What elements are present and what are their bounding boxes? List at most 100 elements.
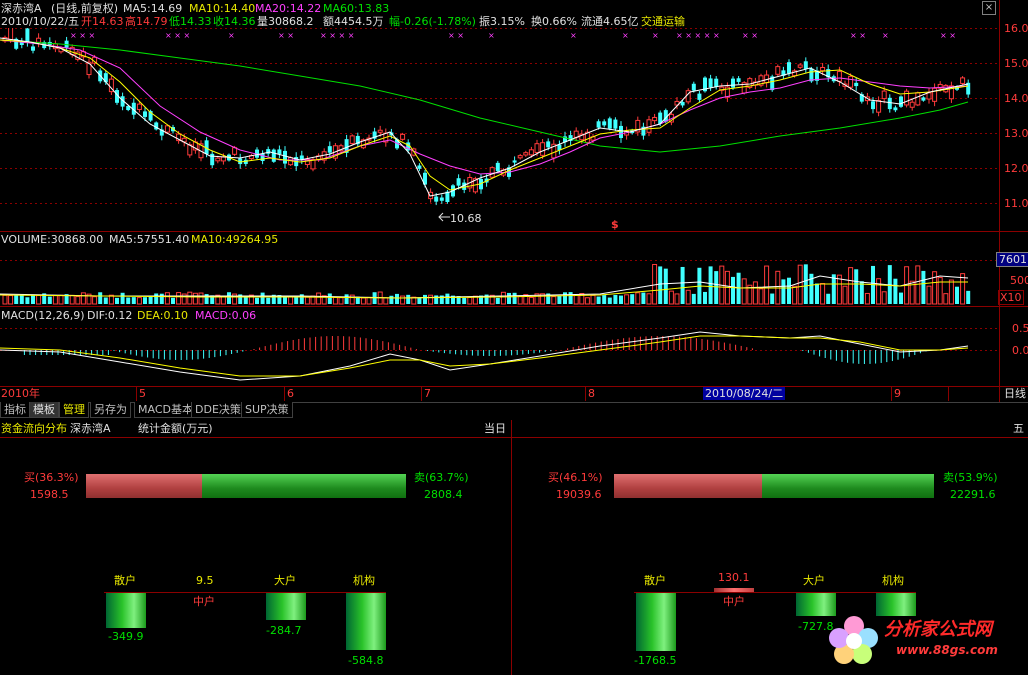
macd-chart[interactable] <box>0 322 1000 385</box>
price-tick: 12.0 <box>1004 162 1028 175</box>
price-chart[interactable] <box>0 28 1000 232</box>
volume-bar <box>423 294 427 304</box>
left-buy-sell-bar <box>86 474 406 498</box>
volume-bar <box>876 278 882 305</box>
candle-body <box>210 153 215 166</box>
volume-bar <box>607 297 612 304</box>
volume-bar <box>758 288 764 305</box>
macd-divider <box>0 306 1028 307</box>
candle-body <box>327 146 332 153</box>
time-tick: 9 <box>894 387 901 400</box>
candle-body <box>646 119 652 133</box>
volume-bar <box>154 293 159 304</box>
volume-bar <box>406 294 411 304</box>
macd-axis: 0.5 0.0 <box>1000 322 1028 385</box>
time-axis[interactable]: 2010年 5 6 7 8 2010/08/24/二 9 日线 <box>0 387 1028 401</box>
volume-bar <box>926 285 932 305</box>
close-price: 收14.36 <box>213 15 256 28</box>
volume-bar <box>770 293 775 304</box>
volume-bar <box>955 286 959 304</box>
volume-bar <box>192 292 198 305</box>
tab-sup-decision[interactable]: SUP决策 <box>241 402 293 418</box>
right-buy-label: 买(46.1%) <box>548 471 603 484</box>
volume-bar <box>507 292 511 304</box>
volume-bar <box>360 297 366 305</box>
close-window-icon[interactable]: × <box>982 1 996 15</box>
candle-body <box>36 37 42 43</box>
panel-title: 资金流向分布 <box>1 422 67 435</box>
right-mid-bar <box>714 588 754 592</box>
macd-label: MACD(12,26,9) <box>1 309 85 322</box>
candle-body <box>881 90 887 100</box>
volume-bar <box>551 296 557 305</box>
candle-body <box>607 118 612 129</box>
candle-body <box>960 77 966 84</box>
amplitude: 振3.15% <box>479 15 525 28</box>
candle-body <box>260 153 265 161</box>
candle-body <box>349 135 355 144</box>
tab-manage[interactable]: 管理 <box>59 402 89 418</box>
price-axis: 16.0 15.0 14.0 13.0 12.0 11.0 <box>1000 22 1028 232</box>
candle-body <box>277 149 282 155</box>
left-buy-bar <box>86 474 202 498</box>
candle-body <box>871 101 875 110</box>
tab-template[interactable]: 模板 <box>29 402 59 418</box>
volume-bar <box>568 292 573 304</box>
macd-dif: DIF:0.12 <box>87 309 133 322</box>
tab-macd-basic[interactable]: MACD基本 <box>134 402 197 418</box>
volume-bar <box>467 296 473 305</box>
volume-chart[interactable] <box>0 246 1000 306</box>
volume-bar <box>741 278 747 305</box>
left-buy-label: 买(36.3%) <box>24 471 79 484</box>
stock-name[interactable]: 深赤湾A <box>1 2 42 15</box>
volume-bar <box>58 294 64 305</box>
industry[interactable]: 交通运输 <box>641 15 685 28</box>
volume-bar <box>8 295 14 305</box>
tab-indicator[interactable]: 指标 <box>0 402 30 418</box>
candle-body <box>613 119 618 129</box>
volume-bar <box>826 293 831 304</box>
volume-bar <box>52 295 58 305</box>
volume-divider <box>0 231 1028 232</box>
right-mid-value: 130.1 <box>718 571 750 584</box>
candle-body <box>377 129 383 133</box>
volume-bar <box>517 295 523 305</box>
left-mid-label: 中户 <box>193 595 215 608</box>
period-label[interactable]: 日线 <box>1004 387 1026 400</box>
candle-body <box>456 178 461 186</box>
right-buy-value: 19039.6 <box>556 488 602 501</box>
candle-body <box>271 149 276 162</box>
candle-body <box>714 78 719 87</box>
flower-logo-icon <box>829 616 878 664</box>
candle-body <box>848 75 854 88</box>
volume-label: VOLUME:30868.00 <box>1 233 104 246</box>
tab-save-as[interactable]: 另存为 <box>90 402 131 418</box>
candle-body <box>787 62 791 74</box>
info-date: 2010/10/22/五 <box>1 15 80 28</box>
candle-body <box>893 107 898 111</box>
volume-bar <box>417 297 422 304</box>
volume-bar <box>943 293 949 305</box>
volume-bar <box>115 297 119 304</box>
candle-body <box>652 116 658 122</box>
volume-bar <box>495 297 500 304</box>
left-inst-value: -584.8 <box>348 654 384 667</box>
candle-body <box>400 133 406 140</box>
volume-bar <box>602 295 607 304</box>
cursor-date: 2010/08/24/二 <box>703 387 786 400</box>
left-panel-header: 当日 <box>484 422 506 435</box>
volume-bar <box>434 295 439 304</box>
tab-dde-decision[interactable]: DDE决策 <box>191 402 245 418</box>
volume-bar <box>797 264 803 305</box>
turnover-amount: 额4454.5万 <box>323 15 384 28</box>
volume-bar <box>646 293 652 305</box>
candlesticks <box>2 28 971 206</box>
price-tick: 15.0 <box>1004 57 1028 70</box>
candle-body <box>887 97 892 110</box>
volume-bar <box>573 294 579 305</box>
time-tick: 7 <box>424 387 431 400</box>
right-inst-label: 机构 <box>882 574 904 587</box>
volume-bar <box>25 297 30 304</box>
candle-body <box>439 197 444 201</box>
macd-dea-line <box>0 335 969 377</box>
